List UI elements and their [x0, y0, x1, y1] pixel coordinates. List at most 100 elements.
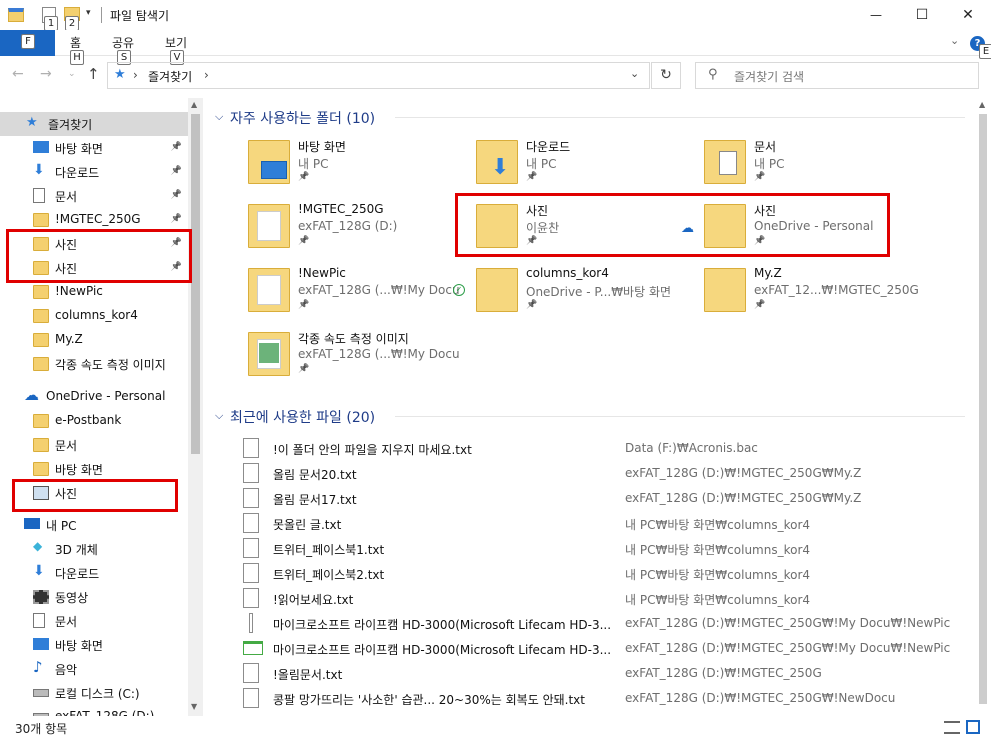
desktop-icon	[33, 141, 49, 153]
nav-pc-item[interactable]: 동영상	[0, 585, 188, 609]
nav-pc-item-label: 음악	[55, 663, 78, 677]
frequent-section-header[interactable]: 자주 사용하는 폴더 (10)	[230, 108, 375, 128]
nav-quick-item[interactable]: ⬇ 다운로드 📌	[0, 160, 188, 184]
folder-tile[interactable]: columns_kor4 OneDrive - P...₩바탕 화면 📌	[476, 266, 704, 328]
nav-scroll-thumb[interactable]	[191, 114, 200, 454]
maximize-button[interactable]: ☐	[899, 0, 945, 30]
recent-file-row[interactable]: 마이크로소프트 라이프캠 HD-3000(Microsoft Lifecam H…	[243, 611, 973, 636]
recent-file-row[interactable]: 콩팔 망가뜨리는 '사소한' 습관... 20~30%는 회복도 안돼.txt e…	[243, 686, 973, 711]
frequent-section-chevron-icon[interactable]: ⌵	[215, 110, 223, 124]
recent-locations-icon[interactable]: ⌄	[68, 69, 76, 79]
refresh-button[interactable]: ↻	[651, 62, 681, 89]
recent-file-path: 내 PC₩바탕 화면₩columns_kor4	[625, 543, 811, 557]
nav-pc-item[interactable]: 문서	[0, 609, 188, 633]
nav-onedrive-item[interactable]: 문서	[0, 433, 188, 457]
search-input[interactable]: ⚲ 즐겨찾기 검색	[695, 62, 979, 89]
tab-share[interactable]: 공유	[112, 34, 134, 51]
text-file-icon	[243, 538, 259, 558]
folder-icon	[248, 140, 290, 184]
nav-pc-item[interactable]: ♪ 음악	[0, 657, 188, 681]
tab-view[interactable]: 보기	[165, 34, 187, 51]
recent-file-row[interactable]: 못올린 글.txt 내 PC₩바탕 화면₩columns_kor4	[243, 511, 973, 536]
recent-file-path: exFAT_128G (D:)₩!MGTEC_250G₩My.Z	[625, 466, 862, 480]
content-scroll-up-icon[interactable]: ▲	[979, 100, 985, 109]
nav-quick-item[interactable]: !NewPic	[0, 280, 188, 304]
forward-icon[interactable]: →	[40, 66, 52, 82]
nav-pc-item[interactable]: 로컬 디스크 (C:)	[0, 681, 188, 705]
recent-file-row[interactable]: 트위터_페이스북2.txt 내 PC₩바탕 화면₩columns_kor4	[243, 561, 973, 586]
address-bar[interactable]: ★ › 즐겨찾기 › ⌄	[107, 62, 650, 89]
folder-tile[interactable]: My.Z exFAT_12...₩!MGTEC_250G 📌	[704, 266, 932, 328]
up-icon[interactable]: ↑	[87, 65, 100, 83]
nav-pc-item[interactable]: 바탕 화면	[0, 633, 188, 657]
nav-onedrive-item[interactable]: e-Postbank	[0, 409, 188, 433]
folder-tile[interactable]: !NewPic exFAT_128G (...₩!My Docu 📌	[248, 266, 476, 328]
nav-quick-item[interactable]: 각종 속도 측정 이미지	[0, 352, 188, 376]
nav-onedrive[interactable]: ☁ OneDrive - Personal	[0, 385, 188, 409]
folder-tile[interactable]: 사진 OneDrive - Personal 📌	[704, 202, 932, 264]
nav-pc-item[interactable]: exFAT_128G (D:)	[0, 705, 188, 716]
pin-icon[interactable]: 📌	[171, 262, 182, 272]
nav-onedrive-item[interactable]: 사진	[0, 481, 188, 505]
nav-quick-item[interactable]: 사진 📌	[0, 232, 188, 256]
folder-tile-location: exFAT_128G (...₩!My Docu	[298, 347, 460, 361]
nav-pc-item[interactable]: ◆ 3D 개체	[0, 537, 188, 561]
recent-file-row[interactable]: 마이크로소프트 라이프캠 HD-3000(Microsoft Lifecam H…	[243, 636, 973, 661]
large-icons-view-icon[interactable]	[966, 720, 980, 734]
recent-file-row[interactable]: 트위터_페이스북1.txt 내 PC₩바탕 화면₩columns_kor4	[243, 536, 973, 561]
folder-tile-location: 내 PC	[754, 157, 785, 171]
nav-quick-access[interactable]: ★ 즐겨찾기	[0, 112, 188, 136]
pin-icon[interactable]: 📌	[171, 214, 182, 224]
expand-ribbon-icon[interactable]: ⌄	[950, 34, 959, 47]
nav-onedrive-item[interactable]: 바탕 화면	[0, 457, 188, 481]
nav-this-pc[interactable]: 내 PC	[0, 513, 188, 537]
text-file-icon	[243, 563, 259, 583]
minimize-button[interactable]: —	[853, 0, 899, 30]
folder-icon	[33, 261, 49, 275]
details-view-icon[interactable]	[944, 721, 960, 734]
folder-tile[interactable]: 사진 이윤찬 📌	[476, 202, 704, 264]
nav-quick-item[interactable]: columns_kor4	[0, 304, 188, 328]
recent-file-name: 올림 문서17.txt	[273, 493, 357, 507]
pin-icon: 📌	[298, 364, 310, 374]
address-dropdown-icon[interactable]: ⌄	[630, 67, 639, 80]
nav-scroll-down-icon[interactable]: ▼	[191, 702, 197, 711]
content-scroll-thumb[interactable]	[979, 114, 987, 704]
nav-quick-item[interactable]: 문서 📌	[0, 184, 188, 208]
address-path[interactable]: 즐겨찾기	[148, 68, 192, 85]
recent-section-header[interactable]: 최근에 사용한 파일 (20)	[230, 407, 375, 427]
pin-icon[interactable]: 📌	[171, 166, 182, 176]
tab-home[interactable]: 홈	[70, 34, 81, 51]
pin-icon[interactable]: 📌	[171, 238, 182, 248]
nav-pc-item[interactable]: ⬇ 다운로드	[0, 561, 188, 585]
folder-tile[interactable]: 각종 속도 측정 이미지 exFAT_128G (...₩!My Docu 📌	[248, 330, 476, 392]
nav-scroll-up-icon[interactable]: ▲	[191, 100, 197, 109]
nav-quick-item[interactable]: 사진 📌	[0, 256, 188, 280]
nav-quick-item[interactable]: 바탕 화면 📌	[0, 136, 188, 160]
content-scrollbar[interactable]: ▲	[975, 98, 991, 716]
recent-file-row[interactable]: 올림 문서20.txt exFAT_128G (D:)₩!MGTEC_250G₩M…	[243, 461, 973, 486]
folder-icon	[33, 357, 49, 371]
recent-file-path: exFAT_128G (D:)₩!MGTEC_250G₩My.Z	[625, 491, 862, 505]
nav-quick-item[interactable]: My.Z	[0, 328, 188, 352]
nav-quick-item[interactable]: !MGTEC_250G 📌	[0, 208, 188, 232]
folder-tile[interactable]: !MGTEC_250G exFAT_128G (D:) 📌	[248, 202, 476, 264]
document-icon	[33, 613, 45, 628]
recent-file-name: 못올린 글.txt	[273, 518, 342, 532]
folder-tile[interactable]: ⬇ 다운로드 내 PC 📌	[476, 138, 704, 200]
recent-file-row[interactable]: !올림문서.txt exFAT_128G (D:)₩!MGTEC_250G	[243, 661, 973, 686]
nav-scrollbar[interactable]: ▲ ▼	[188, 98, 203, 716]
pin-icon[interactable]: 📌	[171, 190, 182, 200]
close-button[interactable]: ✕	[945, 0, 991, 30]
recent-file-row[interactable]: 올림 문서17.txt exFAT_128G (D:)₩!MGTEC_250G₩M…	[243, 486, 973, 511]
recent-section-chevron-icon[interactable]: ⌵	[215, 409, 223, 423]
qat-dropdown-icon[interactable]: ▾	[86, 8, 91, 18]
back-icon[interactable]: ←	[12, 66, 24, 82]
file-keytip: F	[21, 34, 35, 49]
nav-pc-item-label: 3D 개체	[55, 543, 98, 557]
recent-file-row[interactable]: !읽어보세요.txt 내 PC₩바탕 화면₩columns_kor4	[243, 586, 973, 611]
folder-tile[interactable]: 문서 내 PC 📌	[704, 138, 932, 200]
folder-tile[interactable]: 바탕 화면 내 PC 📌	[248, 138, 476, 200]
pin-icon[interactable]: 📌	[171, 142, 182, 152]
recent-file-row[interactable]: !이 폴더 안의 파일을 지우지 마세요.txt Data (F:)₩Acroni…	[243, 436, 973, 461]
